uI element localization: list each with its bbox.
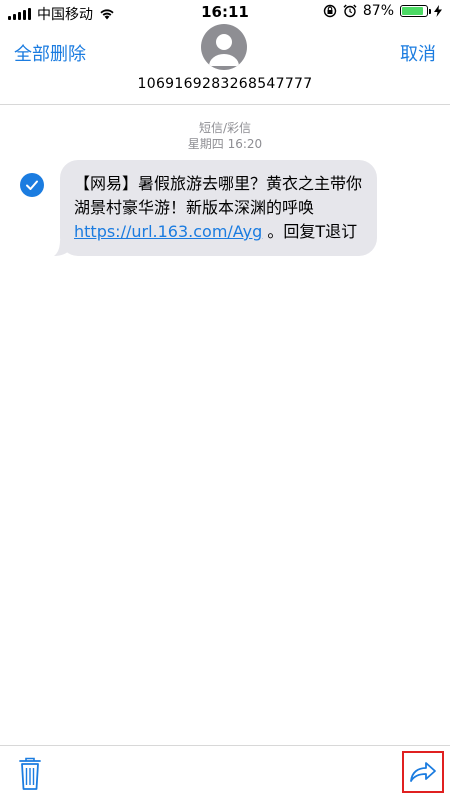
- message-meta: 短信/彩信 星期四 16:20: [0, 120, 450, 152]
- status-bar: 中国移动 16:11 87%: [0, 0, 450, 24]
- contact-number[interactable]: 1069169283268547777: [0, 76, 450, 92]
- forward-button[interactable]: [402, 751, 444, 793]
- message-text: 【网易】暑假旅游去哪里？黄衣之主带你湖景村豪华游！新版本深渊的呼唤: [74, 174, 363, 217]
- cancel-button[interactable]: 取消: [400, 40, 436, 66]
- checkmark-icon: [26, 180, 38, 190]
- delete-all-button[interactable]: 全部删除: [14, 40, 86, 66]
- message-bubble-wrapper: 【网易】暑假旅游去哪里？黄衣之主带你湖景村豪华游！新版本深渊的呼唤 https:…: [54, 160, 377, 256]
- bottom-toolbar: [0, 745, 450, 801]
- message-link[interactable]: https://url.163.com/Ayg: [74, 222, 262, 241]
- battery-icon: [400, 5, 431, 17]
- message-timestamp: 星期四 16:20: [187, 137, 263, 151]
- battery-fill: [402, 7, 423, 15]
- forward-arrow-icon: [410, 762, 436, 782]
- message-bubble[interactable]: 【网易】暑假旅游去哪里？黄衣之主带你湖景村豪华游！新版本深渊的呼唤 https:…: [60, 160, 377, 256]
- person-icon: [209, 34, 239, 66]
- message-selected-checkbox[interactable]: [20, 173, 44, 197]
- contact-avatar[interactable]: [201, 24, 247, 70]
- status-right: 87%: [323, 3, 442, 19]
- battery-percent: 87%: [362, 3, 394, 19]
- rotation-lock-icon: [323, 4, 337, 18]
- trash-icon: [19, 757, 41, 790]
- delete-button[interactable]: [14, 756, 46, 792]
- conversation-header: 全部删除 取消 1069169283268547777: [0, 24, 450, 105]
- alarm-icon: [343, 4, 357, 18]
- message-text-tail: 。回复T退订: [262, 222, 358, 241]
- charging-icon: [434, 5, 442, 17]
- message-type-label: 短信/彩信: [198, 121, 252, 135]
